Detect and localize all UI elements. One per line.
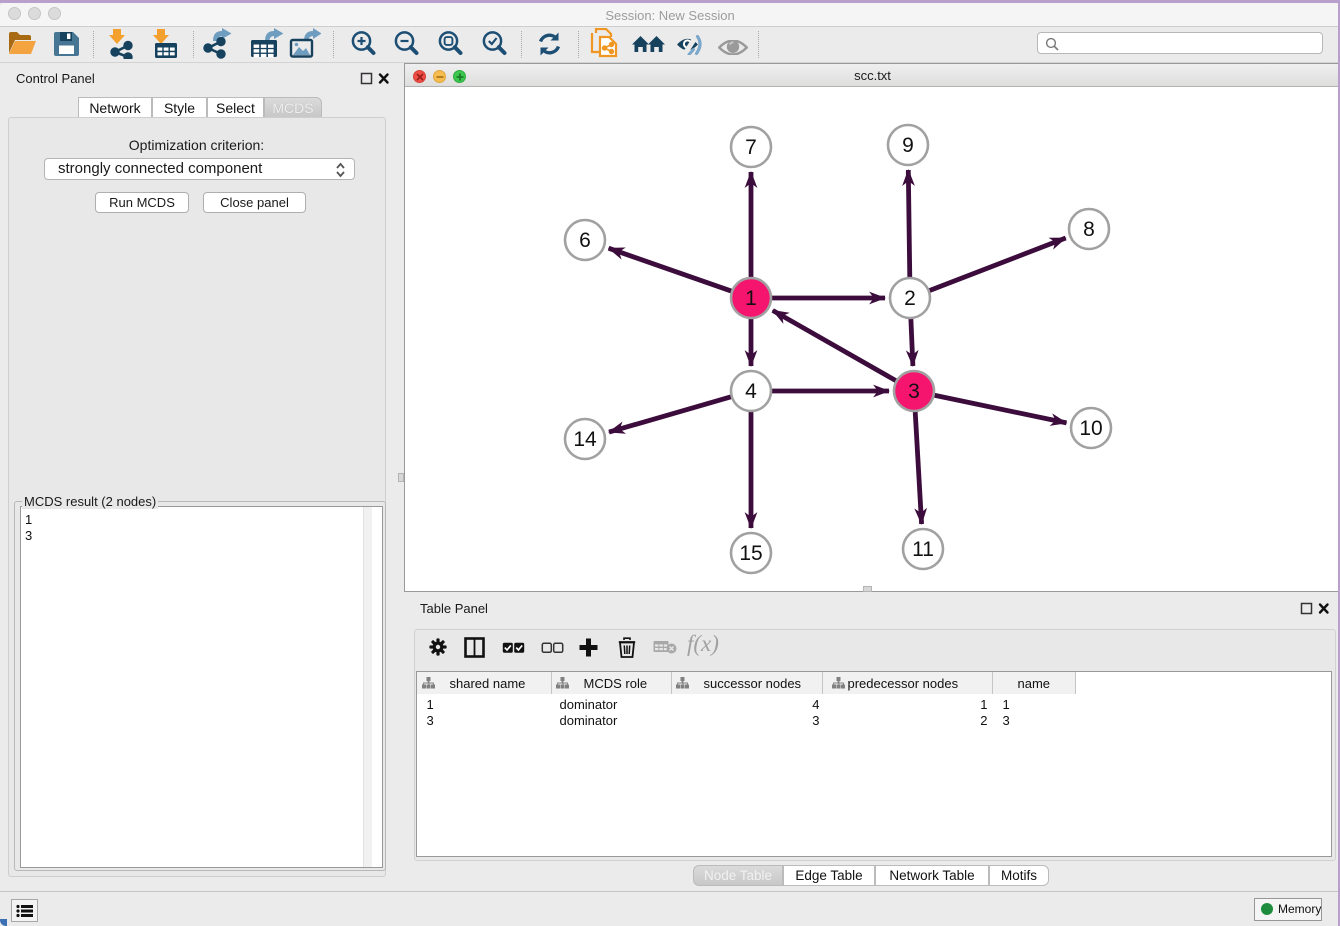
svg-text:10: 10 bbox=[1079, 417, 1102, 440]
svg-text:11: 11 bbox=[912, 538, 934, 561]
svg-text:6: 6 bbox=[579, 229, 591, 252]
svg-text:2: 2 bbox=[904, 287, 916, 310]
svg-text:4: 4 bbox=[745, 380, 757, 403]
svg-text:7: 7 bbox=[745, 136, 757, 159]
svg-text:3: 3 bbox=[908, 380, 920, 403]
svg-text:14: 14 bbox=[573, 428, 597, 451]
svg-text:9: 9 bbox=[902, 134, 914, 157]
svg-text:15: 15 bbox=[739, 542, 762, 565]
svg-text:8: 8 bbox=[1083, 218, 1095, 241]
svg-text:1: 1 bbox=[745, 287, 757, 310]
